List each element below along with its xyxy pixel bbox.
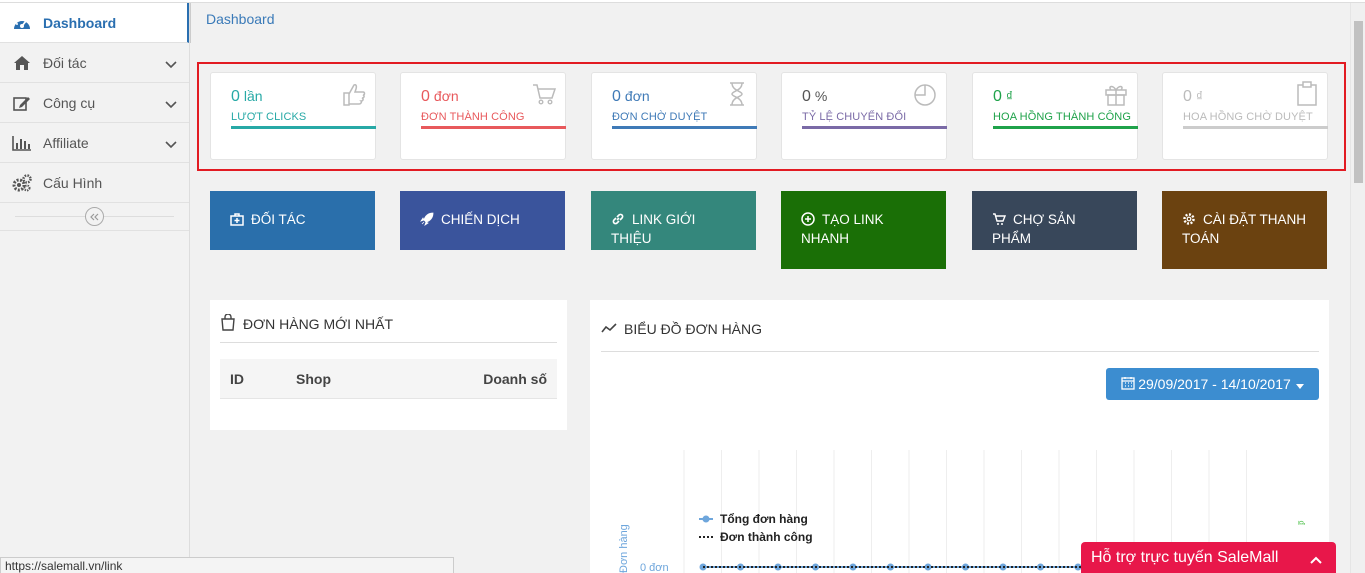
clipboard-icon bbox=[1295, 81, 1319, 112]
cart-icon bbox=[531, 81, 557, 112]
stat-card-clicks: 0 lần LƯỢT CLICKS bbox=[210, 72, 376, 160]
stat-card-conversion-rate: 0% TỶ LỆ CHUYỂN ĐỔI bbox=[781, 72, 947, 160]
partner-icon bbox=[230, 212, 244, 226]
breadcrumb-bar: Dashboard bbox=[190, 3, 1350, 43]
thumbs-up-icon bbox=[341, 81, 367, 112]
bar-chart-icon bbox=[12, 135, 32, 151]
stat-bar bbox=[421, 126, 566, 129]
stat-value: 0 ₫ bbox=[1183, 88, 1204, 105]
support-label: Hỗ trợ trực tuyến SaleMall bbox=[1091, 548, 1279, 566]
home-icon bbox=[12, 55, 32, 71]
sidebar-item-label: Dashboard bbox=[43, 14, 117, 31]
edit-icon bbox=[12, 95, 32, 111]
date-range-picker[interactable]: 29/09/2017 - 14/10/2017 bbox=[1106, 368, 1319, 400]
sidebar-item-label: Cấu Hình bbox=[43, 174, 103, 191]
chevron-down-icon bbox=[165, 136, 177, 152]
stat-label: HOA HỒNG CHỜ DUYỆT bbox=[1183, 111, 1313, 123]
collapse-sidebar-button[interactable] bbox=[85, 207, 104, 226]
column-header-shop: Shop bbox=[296, 371, 331, 387]
stat-label: TỶ LỆ CHUYỂN ĐỔI bbox=[802, 111, 907, 123]
column-header-revenue: Doanh số bbox=[483, 371, 547, 387]
sidebar-item-label: Đối tác bbox=[43, 54, 87, 71]
pie-icon bbox=[912, 81, 938, 112]
stat-value: 0 lần bbox=[231, 88, 263, 105]
stat-value: 0 đơn bbox=[612, 88, 650, 105]
date-range-text: 29/09/2017 - 14/10/2017 bbox=[1138, 376, 1291, 392]
y-axis-label: Đơn hàng bbox=[618, 524, 630, 573]
line-chart-icon bbox=[601, 321, 617, 339]
stat-label: ĐƠN THÀNH CÔNG bbox=[421, 111, 525, 123]
stat-value: 0 đơn bbox=[421, 88, 459, 105]
sidebar-item-label: Công cụ bbox=[43, 94, 96, 111]
chevron-down-icon bbox=[165, 56, 177, 72]
stat-bar bbox=[993, 126, 1138, 129]
stat-card-successful-commission: 0 ₫ HOA HỒNG THÀNH CÔNG bbox=[972, 72, 1138, 160]
referral-link-button[interactable]: LINK GIỚI THIỆU bbox=[591, 191, 756, 250]
dashboard-icon bbox=[12, 15, 32, 31]
divider bbox=[220, 342, 557, 343]
breadcrumb[interactable]: Dashboard bbox=[206, 11, 275, 27]
column-header-id: ID bbox=[230, 371, 244, 387]
legend-label-success: Đơn thành công bbox=[720, 530, 813, 544]
stat-bar bbox=[612, 126, 757, 129]
cogs-icon bbox=[12, 173, 32, 191]
sidebar-item-affiliate[interactable]: Affiliate bbox=[0, 123, 189, 163]
stat-card-pending-commission: 0 ₫ HOA HỒNG CHỜ DUYỆT bbox=[1162, 72, 1328, 160]
scrollbar-thumb[interactable] bbox=[1354, 21, 1363, 183]
sidebar-item-doi-tac[interactable]: Đối tác bbox=[0, 43, 189, 83]
caret-down-icon bbox=[1295, 376, 1304, 392]
sidebar-item-dashboard[interactable]: Dashboard bbox=[0, 3, 189, 43]
campaign-button[interactable]: CHIẾN DỊCH bbox=[400, 191, 565, 250]
button-label: CHIẾN DỊCH bbox=[441, 212, 520, 227]
double-chevron-left-icon bbox=[89, 213, 98, 220]
chevron-down-icon bbox=[165, 96, 177, 112]
latest-orders-title: ĐƠN HÀNG MỚI NHẤT bbox=[243, 316, 394, 332]
plus-circle-icon bbox=[801, 212, 815, 226]
product-market-button[interactable]: CHỢ SẢN PHẨM bbox=[972, 191, 1137, 250]
orders-table-header: ID Shop Doanh số bbox=[220, 359, 557, 399]
right-axis-label: ₫ bbox=[1294, 520, 1306, 526]
stat-value: 0 ₫ bbox=[993, 88, 1014, 105]
y-tick-label: 0 đơn bbox=[640, 562, 669, 573]
stat-card-successful-orders: 0 đơn ĐƠN THÀNH CÔNG bbox=[400, 72, 566, 160]
chart-legend: Tổng đơn hàng Đơn thành công bbox=[699, 512, 813, 544]
quick-link-button[interactable]: TẠO LINK NHANH bbox=[781, 191, 946, 269]
stat-label: LƯỢT CLICKS bbox=[231, 111, 307, 123]
page-scrollbar[interactable] bbox=[1350, 3, 1365, 573]
stat-value: 0% bbox=[802, 88, 828, 105]
link-icon bbox=[611, 212, 625, 226]
rocket-icon bbox=[420, 212, 434, 226]
sidebar-collapse-row bbox=[0, 203, 189, 231]
sidebar-item-label: Affiliate bbox=[43, 134, 89, 151]
button-label: CÀI ĐẶT THANH TOÁN bbox=[1182, 212, 1307, 246]
shopping-bag-icon bbox=[220, 313, 236, 336]
stat-card-pending-orders: 0 đơn ĐƠN CHỜ DUYỆT bbox=[591, 72, 757, 160]
stat-bar bbox=[802, 126, 947, 129]
stat-bar bbox=[231, 126, 376, 129]
sidebar-item-cau-hinh[interactable]: Cấu Hình bbox=[0, 163, 189, 203]
stat-label: ĐƠN CHỜ DUYỆT bbox=[612, 111, 708, 123]
online-support-widget[interactable]: Hỗ trợ trực tuyến SaleMall bbox=[1081, 542, 1336, 573]
calendar-icon bbox=[1121, 376, 1135, 393]
payment-settings-button[interactable]: CÀI ĐẶT THANH TOÁN bbox=[1162, 191, 1327, 269]
hourglass-icon bbox=[726, 81, 748, 112]
button-label: ĐỐI TÁC bbox=[251, 212, 306, 227]
stat-label: HOA HỒNG THÀNH CÔNG bbox=[993, 111, 1131, 123]
orders-chart-title: BIỂU ĐỒ ĐƠN HÀNG bbox=[624, 321, 763, 337]
sidebar-item-cong-cu[interactable]: Công cụ bbox=[0, 83, 189, 123]
divider bbox=[601, 351, 1319, 352]
cart-icon bbox=[992, 212, 1007, 226]
legend-label-total: Tổng đơn hàng bbox=[720, 512, 808, 526]
partner-button[interactable]: ĐỐI TÁC bbox=[210, 191, 375, 250]
legend-marker-total bbox=[702, 515, 710, 523]
stat-bar bbox=[1183, 126, 1328, 129]
status-bar-url: https://salemall.vn/link bbox=[0, 557, 454, 573]
gear-icon bbox=[1182, 212, 1196, 226]
chevron-up-icon[interactable] bbox=[1310, 551, 1322, 569]
gift-icon bbox=[1103, 81, 1129, 112]
sidebar: Dashboard Đối tác Công cụ Affiliate Cấu … bbox=[0, 3, 190, 573]
